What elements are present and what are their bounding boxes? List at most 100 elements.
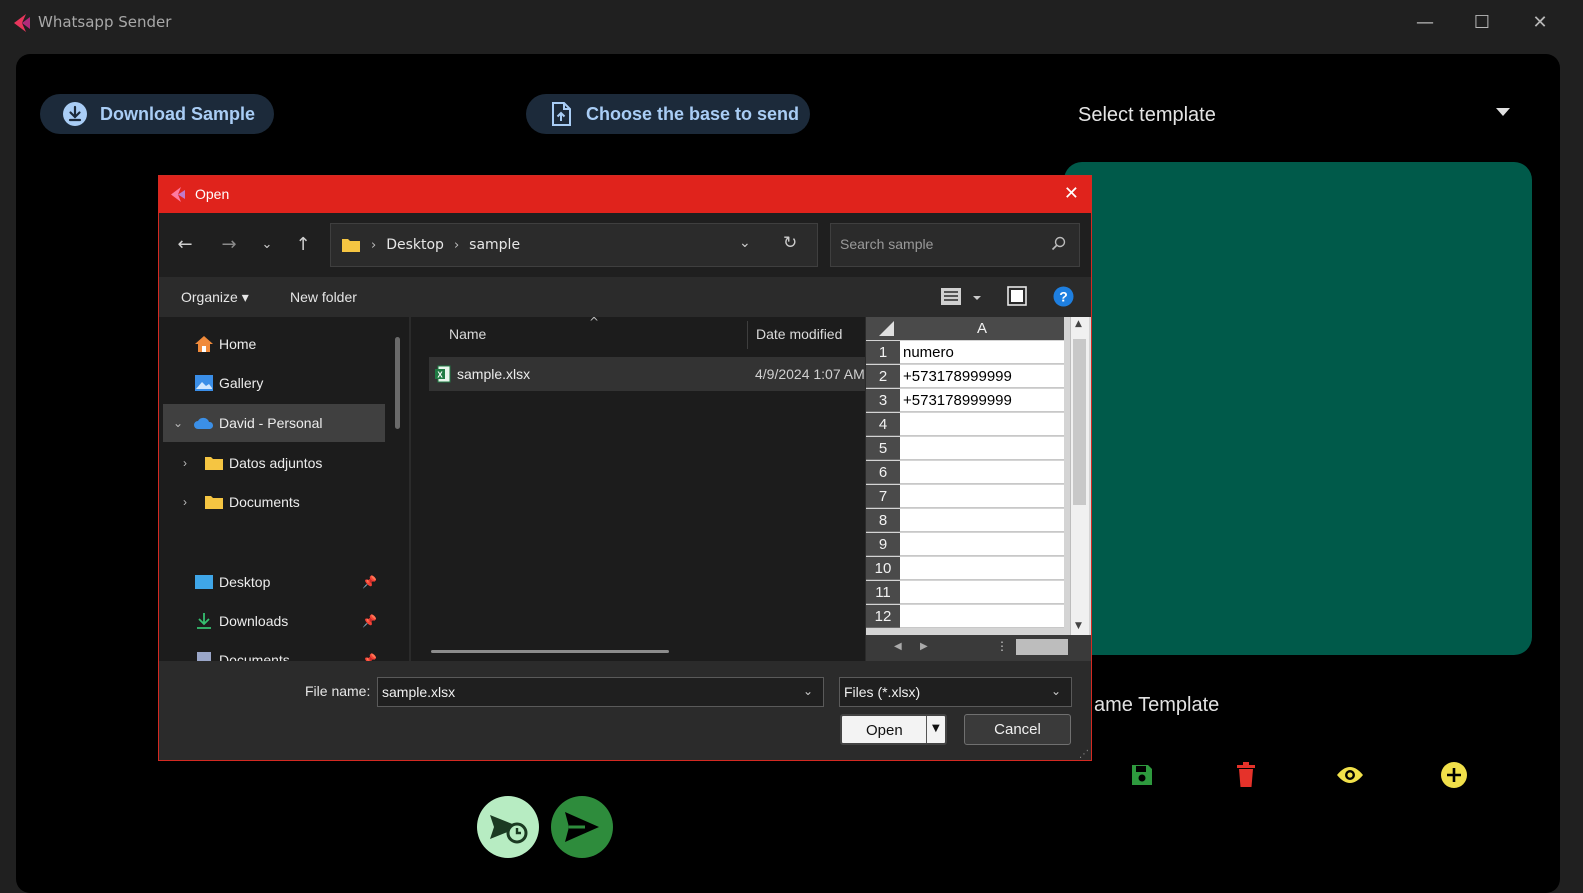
file-name-input[interactable] <box>382 684 782 700</box>
row-number[interactable]: 8 <box>866 509 900 532</box>
sheet-cell[interactable] <box>900 557 1064 580</box>
row-number[interactable]: 6 <box>866 461 900 484</box>
row-number[interactable]: 2 <box>866 365 900 388</box>
preview-pane-icon[interactable] <box>1007 286 1027 310</box>
search-box[interactable] <box>830 223 1080 267</box>
column-divider[interactable] <box>747 321 748 349</box>
sheet-horizontal-scroller[interactable] <box>1016 639 1068 655</box>
file-type-select[interactable]: Files (*.xlsx) ⌄ <box>839 677 1072 707</box>
resize-grip-icon[interactable]: ⋰ <box>1079 749 1089 760</box>
chevron-down-icon[interactable]: ⌄ <box>803 684 813 698</box>
svg-text:X: X <box>437 371 443 380</box>
nav-item-personal[interactable]: ⌄ David - Personal <box>163 404 385 442</box>
eye-icon[interactable] <box>1335 760 1365 790</box>
help-icon[interactable]: ? <box>1053 286 1074 311</box>
row-number[interactable]: 11 <box>866 581 900 604</box>
maximize-button[interactable]: ☐ <box>1467 10 1497 36</box>
row-number[interactable]: 9 <box>866 533 900 556</box>
row-number[interactable]: 1 <box>866 341 900 364</box>
row-number[interactable]: 10 <box>866 557 900 580</box>
file-name-combobox[interactable]: ⌄ <box>377 677 824 707</box>
search-input[interactable] <box>840 236 1040 252</box>
sheet-cell[interactable]: numero <box>900 341 1064 364</box>
nav-item-datos-adjuntos[interactable]: › Datos adjuntos <box>163 444 385 482</box>
refresh-icon[interactable]: ↻ <box>783 233 797 253</box>
choose-base-button[interactable]: Choose the base to send <box>526 94 810 134</box>
recent-locations-chevron-icon[interactable]: ⌄ <box>253 231 281 259</box>
sheet-prev-icon[interactable]: ◀ <box>894 641 902 652</box>
sheet-cell[interactable] <box>900 605 1064 628</box>
nav-item-documents-quick[interactable]: Documents 📌 <box>163 641 385 661</box>
breadcrumb-desktop[interactable]: Desktop <box>386 237 444 253</box>
sheet-cell[interactable] <box>900 437 1064 460</box>
dialog-titlebar: Open ✕ <box>159 176 1091 213</box>
template-select[interactable]: Select template <box>1062 94 1532 138</box>
open-dropdown-icon[interactable]: ▼ <box>932 723 940 734</box>
open-button[interactable]: Open ▼ <box>840 714 947 745</box>
file-row[interactable]: X sample.xlsx 4/9/2024 1:07 AM <box>429 357 865 391</box>
view-options-icon[interactable] <box>941 287 981 311</box>
chevron-right-icon[interactable]: › <box>183 456 203 470</box>
back-arrow-icon[interactable]: ← <box>171 231 199 259</box>
cancel-button[interactable]: Cancel <box>964 714 1071 745</box>
delete-icon[interactable] <box>1231 760 1261 790</box>
sheet-cell[interactable]: +573178999999 <box>900 365 1064 388</box>
up-arrow-icon[interactable]: ↑ <box>289 231 317 259</box>
new-folder-button[interactable]: New folder <box>290 289 357 305</box>
nav-item-downloads[interactable]: Downloads 📌 <box>163 602 385 640</box>
column-date-header[interactable]: Date modified <box>756 326 842 342</box>
save-icon[interactable] <box>1127 760 1157 790</box>
nav-item-documents[interactable]: › Documents <box>163 483 385 521</box>
excel-file-icon: X <box>435 365 451 383</box>
schedule-send-button[interactable] <box>477 796 539 858</box>
forward-arrow-icon[interactable]: → <box>215 231 243 259</box>
navigation-pane: Home Gallery ⌄ David - Personal › Datos … <box>159 317 395 661</box>
send-icon <box>565 812 599 842</box>
app-title: Whatsapp Sender <box>38 13 172 31</box>
add-icon[interactable] <box>1439 760 1469 790</box>
nav-item-home[interactable]: Home <box>163 325 385 363</box>
breadcrumb-sample[interactable]: sample <box>469 237 520 253</box>
nav-item-desktop[interactable]: Desktop 📌 <box>163 563 385 601</box>
pin-icon: 📌 <box>362 575 377 589</box>
nav-scrollbar-thumb[interactable] <box>395 337 400 429</box>
sheet-cell[interactable] <box>900 509 1064 532</box>
row-number[interactable]: 7 <box>866 485 900 508</box>
send-button[interactable] <box>551 796 613 858</box>
sheet-cell[interactable] <box>900 413 1064 436</box>
scroll-up-icon[interactable]: ▲ <box>1075 319 1082 329</box>
minimize-button[interactable]: — <box>1410 10 1440 36</box>
column-a-header[interactable]: A <box>900 317 1064 340</box>
nav-item-gallery[interactable]: Gallery <box>163 364 385 402</box>
sheet-cell[interactable]: +573178999999 <box>900 389 1064 412</box>
address-dropdown-chevron-icon[interactable]: ⌄ <box>739 235 751 251</box>
organize-menu[interactable]: Organize ▾ <box>181 289 249 306</box>
dialog-close-button[interactable]: ✕ <box>1064 183 1079 204</box>
select-all-corner[interactable] <box>866 317 900 340</box>
sheet-cell[interactable] <box>900 533 1064 556</box>
chevron-down-icon[interactable]: ⌄ <box>173 416 193 430</box>
sheet-next-icon[interactable]: ▶ <box>920 641 928 652</box>
horizontal-scrollbar-thumb[interactable] <box>431 650 669 653</box>
column-name-header[interactable]: Name <box>449 326 486 342</box>
row-number[interactable]: 3 <box>866 389 900 412</box>
open-button-label: Open <box>866 722 903 739</box>
row-number[interactable]: 4 <box>866 413 900 436</box>
sheet-cell[interactable] <box>900 581 1064 604</box>
file-upload-icon <box>548 101 574 127</box>
address-bar[interactable]: › Desktop › sample ⌄ ↻ <box>330 223 818 267</box>
download-sample-button[interactable]: Download Sample <box>40 94 274 134</box>
sheet-row: 4 <box>866 413 1064 437</box>
name-template-field[interactable]: ame Template <box>1094 694 1219 717</box>
sheet-row: 12 <box>866 605 1064 629</box>
chevron-right-icon[interactable]: › <box>183 495 203 509</box>
close-window-button[interactable]: ✕ <box>1525 10 1555 36</box>
sheet-cell[interactable] <box>900 485 1064 508</box>
search-icon <box>1051 236 1067 256</box>
preview-scrollbar-thumb[interactable] <box>1073 339 1086 505</box>
scroll-down-icon[interactable]: ▼ <box>1075 621 1082 631</box>
more-options-icon[interactable]: ⋮ <box>996 639 1008 653</box>
sheet-cell[interactable] <box>900 461 1064 484</box>
row-number[interactable]: 5 <box>866 437 900 460</box>
row-number[interactable]: 12 <box>866 605 900 628</box>
